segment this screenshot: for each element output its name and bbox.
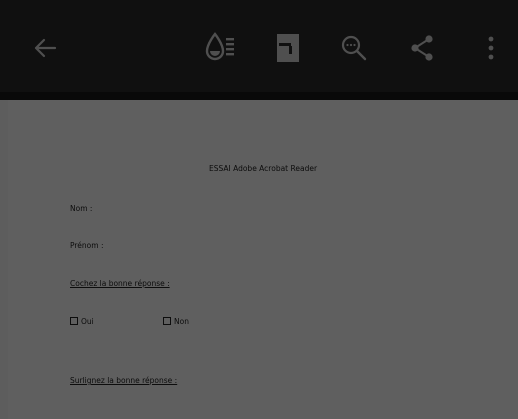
share-icon (411, 35, 433, 61)
search-button[interactable] (330, 24, 378, 72)
prenom-label: Prénom : (70, 241, 104, 250)
nom-label: Nom : (70, 204, 93, 213)
layout-button[interactable] (264, 24, 312, 72)
oui-checkbox[interactable] (70, 317, 78, 325)
layout-icon (277, 34, 299, 62)
app-screen: ESSAI Adobe Acrobat Reader Nom : Prénom … (0, 0, 518, 419)
back-arrow-icon (34, 38, 57, 58)
document-title: ESSAI Adobe Acrobat Reader (208, 164, 318, 173)
more-options-button[interactable] (467, 24, 515, 72)
back-button[interactable] (21, 24, 69, 72)
document-page[interactable]: ESSAI Adobe Acrobat Reader Nom : Prénom … (8, 100, 518, 419)
non-checkbox[interactable] (163, 317, 171, 325)
non-option[interactable]: Non (163, 317, 189, 326)
more-vert-icon (488, 36, 494, 60)
oui-label: Oui (81, 317, 94, 326)
oui-option[interactable]: Oui (70, 317, 94, 326)
non-label: Non (174, 317, 189, 326)
share-button[interactable] (398, 24, 446, 72)
top-toolbar (0, 0, 518, 92)
search-icon (341, 35, 367, 61)
ink-icon (205, 32, 234, 61)
toolbar-shadow (0, 92, 518, 100)
ink-button[interactable] (195, 24, 243, 72)
cochez-label: Cochez la bonne réponse : (70, 279, 170, 288)
surlignez-label: Surlignez la bonne réponse : (70, 376, 178, 385)
